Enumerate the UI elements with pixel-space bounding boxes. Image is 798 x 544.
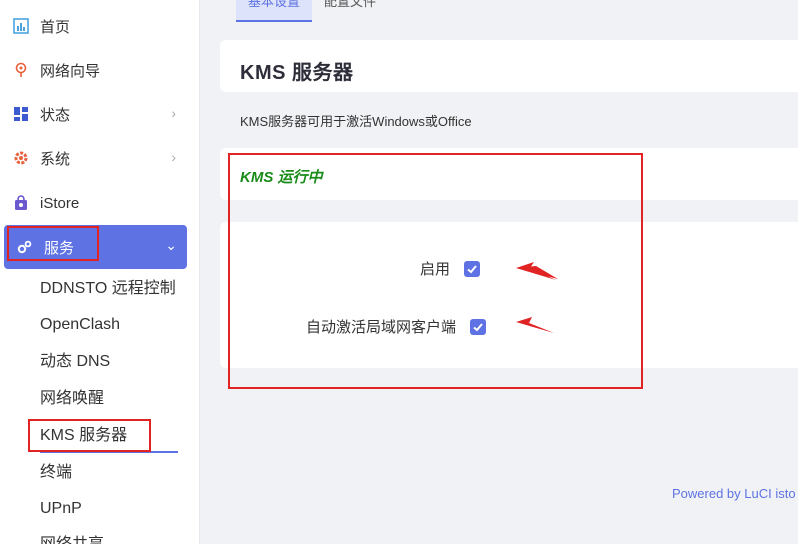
gear-icon <box>12 149 30 167</box>
enable-checkbox[interactable] <box>464 260 481 277</box>
check-icon <box>473 322 483 331</box>
status-card: KMS 运行中 <box>220 148 798 200</box>
sidebar-item-label: 服务 <box>44 239 75 257</box>
sidebar-item-label: 状态 <box>40 106 71 124</box>
dashboard-grid-icon <box>12 105 30 123</box>
sidebar-item-istore[interactable]: iStore <box>0 181 186 225</box>
chevron-down-icon: ⌄ <box>165 237 177 253</box>
sidebar-item-label: 网络向导 <box>40 62 101 80</box>
auto-activate-label: 自动激活局域网客户端 <box>306 319 457 336</box>
bar-chart-icon <box>12 17 30 35</box>
tab-config-file[interactable]: 配置文件 <box>312 0 388 22</box>
auto-activate-checkbox[interactable] <box>470 318 487 335</box>
sidebar-item-status[interactable]: 状态 › <box>0 92 186 136</box>
sub-item-wake-on-lan[interactable]: 网络唤醒 <box>40 384 104 414</box>
tab-bar: 基本设置 配置文件 <box>236 0 388 22</box>
sub-item-kms-server[interactable]: KMS 服务器 <box>40 421 127 451</box>
chevron-right-icon: › <box>171 105 176 121</box>
form-row-auto-activate: 自动激活局域网客户端 <box>306 316 487 337</box>
sub-item-openclash[interactable]: OpenClash <box>40 310 120 340</box>
sidebar-item-label: 系统 <box>40 150 71 168</box>
sidebar-item-label: 首页 <box>40 18 71 36</box>
title-card: KMS 服务器 <box>220 40 798 92</box>
annotation-arrow-icon <box>516 262 558 280</box>
page-description: KMS服务器可用于激活Windows或Office <box>240 114 472 129</box>
annotation-arrow-icon <box>516 317 554 333</box>
sub-item-upnp[interactable]: UPnP <box>40 494 82 524</box>
settings-form <box>220 222 798 368</box>
sidebar-item-services[interactable]: 服务 ⌄ <box>4 225 187 269</box>
page-title: KMS 服务器 <box>240 62 354 84</box>
form-row-enable: 启用 <box>420 258 481 279</box>
status-text: KMS 运行中 <box>240 169 323 186</box>
sub-item-dynamic-dns[interactable]: 动态 DNS <box>40 347 110 377</box>
cogs-icon <box>16 238 34 256</box>
chevron-right-icon: › <box>171 149 176 165</box>
sidebar-item-network-wizard[interactable]: 网络向导 <box>0 48 186 92</box>
shopping-bag-icon <box>12 194 30 212</box>
sub-item-terminal[interactable]: 终端 <box>40 458 72 488</box>
tab-basic-settings[interactable]: 基本设置 <box>236 0 313 22</box>
sidebar-item-home[interactable]: 首页 <box>0 4 186 48</box>
check-icon <box>467 264 477 273</box>
enable-label: 启用 <box>420 261 451 278</box>
footer-text[interactable]: Powered by LuCI isto <box>672 486 796 501</box>
sidebar-item-system[interactable]: 系统 › <box>0 136 186 180</box>
sub-item-ddnsto[interactable]: DDNSTO 远程控制 <box>40 274 176 304</box>
sidebar: 首页 网络向导 状态 › 系统 › iStore 服务 ⌄ DDNSTO 远程控… <box>0 0 200 544</box>
active-indicator <box>40 451 178 453</box>
location-pin-icon <box>12 61 30 79</box>
sub-item-network-share[interactable]: 网络共享 <box>40 530 104 544</box>
sidebar-item-label: iStore <box>40 194 80 212</box>
